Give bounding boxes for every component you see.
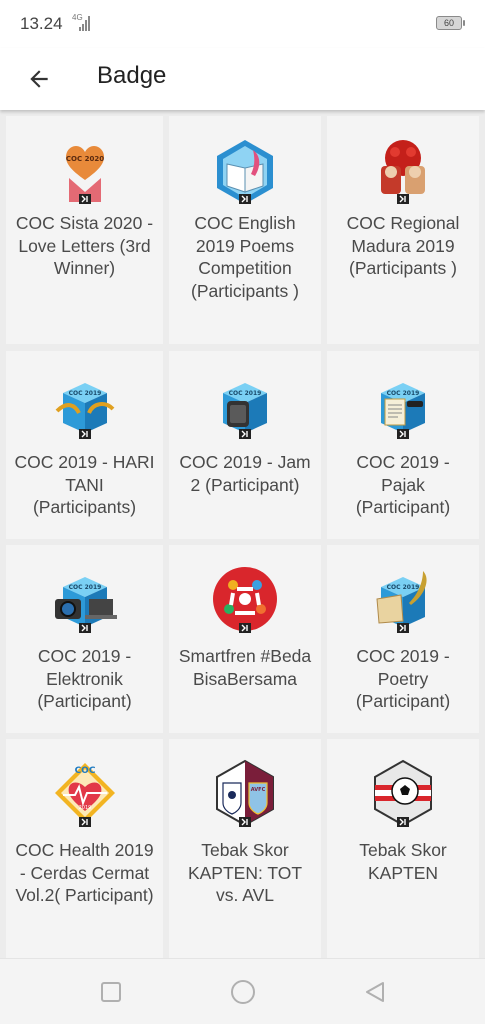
badge-label: COC 2019 - HARI TANI (Participants)	[14, 452, 155, 517]
book-hexagon-badge-icon	[217, 140, 273, 204]
badge-label: Tebak Skor KAPTEN	[359, 840, 447, 883]
badge-card[interactable]: COC 2019 COC 2019 - Pajak (Participant)	[327, 351, 479, 539]
home-button[interactable]	[228, 977, 258, 1007]
badge-icon-text: COC 2019	[387, 584, 420, 591]
badge-label: COC English 2019 Poems Competition (Part…	[191, 213, 299, 301]
system-nav-bar	[0, 958, 485, 1024]
badge-card[interactable]: COC Regional Madura 2019 (Participants )	[327, 116, 479, 344]
scroll-quill-cube-badge-icon: COC 2019	[376, 571, 427, 633]
badge-card[interactable]: COC 2019 COC 2019 - Poetry (Participant)	[327, 545, 479, 733]
badge-label: COC 2019 - Pajak (Participant)	[355, 452, 451, 517]
badge-icon-text: COC 2019	[68, 584, 101, 591]
badge-card[interactable]: COC 2019 COC 2019 - Elektronik (Particip…	[6, 545, 163, 733]
badge-label: Tebak Skor KAPTEN: TOT vs. AVL	[187, 840, 303, 905]
heart-envelope-badge-icon: COC 2020	[65, 146, 104, 204]
clock-cube-badge-icon: COC 2019	[223, 383, 267, 439]
badge-card[interactable]: Tebak Skor KAPTEN	[327, 739, 479, 958]
people-circle-badge-icon	[213, 567, 277, 633]
wheat-cube-badge-icon: COC 2019	[55, 383, 114, 439]
signal-icon: 4G	[70, 13, 92, 32]
badge-card[interactable]: COC 2019 COC 2019 - HARI TANI (Participa…	[6, 351, 163, 539]
page-title: Badge	[97, 62, 167, 89]
badge-icon-text: COC 2019	[387, 390, 420, 397]
badge-icon-text: COC 2019	[229, 390, 262, 397]
heart-health-badge-icon: COC 2019	[54, 763, 115, 827]
battery-icon: 60	[436, 16, 465, 30]
badge-card[interactable]: COC 2020 COC Sista 2020 - Love Letters (…	[6, 116, 163, 344]
badge-label: COC Regional Madura 2019 (Participants )	[346, 213, 460, 278]
badge-icon-year: 2019	[78, 805, 91, 811]
badge-label: COC 2019 - Elektronik (Participant)	[37, 646, 132, 711]
square-icon	[101, 982, 121, 1002]
badge-label: COC 2019 - Jam 2 (Participant)	[179, 452, 311, 495]
document-cube-badge-icon: COC 2019	[381, 383, 425, 439]
badge-card[interactable]: COC 2019 COC 2019 - Jam 2 (Participant)	[169, 351, 321, 539]
triangle-icon	[366, 982, 384, 1002]
football-crests-badge-icon: AVFC	[216, 759, 274, 827]
network-type: 4G	[72, 13, 83, 22]
back-nav-button[interactable]	[360, 977, 390, 1007]
badge-card[interactable]: Smartfren #BedaBisaBersama	[169, 545, 321, 733]
status-time: 13.24	[20, 14, 63, 33]
badge-icon-text: COC 2019	[68, 390, 101, 397]
app-bar: Badge	[0, 48, 485, 110]
badge-label: Smartfren #BedaBisaBersama	[178, 646, 312, 689]
battery-level: 60	[443, 18, 454, 28]
badge-icon-text: AVFC	[251, 787, 266, 793]
badge-icon-text: COC	[74, 766, 95, 776]
badge-card[interactable]: AVFC Tebak Skor KAPTEN: TOT vs. AVL	[169, 739, 321, 958]
football-ball-badge-icon	[374, 759, 432, 827]
badge-label: COC Health 2019 - Cerdas Cermat Vol.2( P…	[15, 840, 154, 905]
arrow-left-icon	[30, 70, 48, 88]
circle-icon	[231, 980, 255, 1004]
badge-label: COC 2019 - Poetry (Participant)	[355, 646, 451, 711]
badge-card[interactable]: COC 2019 COC Health 2019 - Cerdas Cermat…	[6, 739, 163, 958]
badge-icon-text: COC 2020	[65, 155, 103, 163]
camera-laptop-cube-badge-icon: COC 2019	[54, 577, 117, 633]
red-bull-mascot-badge-icon	[381, 140, 425, 204]
back-button[interactable]	[18, 58, 60, 100]
badge-grid: COC 2020 COC Sista 2020 - Love Letters (…	[0, 110, 485, 958]
recent-apps-button[interactable]	[96, 977, 126, 1007]
status-bar: 13.24 4G 60	[0, 0, 485, 48]
badge-card[interactable]: COC English 2019 Poems Competition (Part…	[169, 116, 321, 344]
badge-label: COC Sista 2020 - Love Letters (3rd Winne…	[15, 213, 154, 278]
